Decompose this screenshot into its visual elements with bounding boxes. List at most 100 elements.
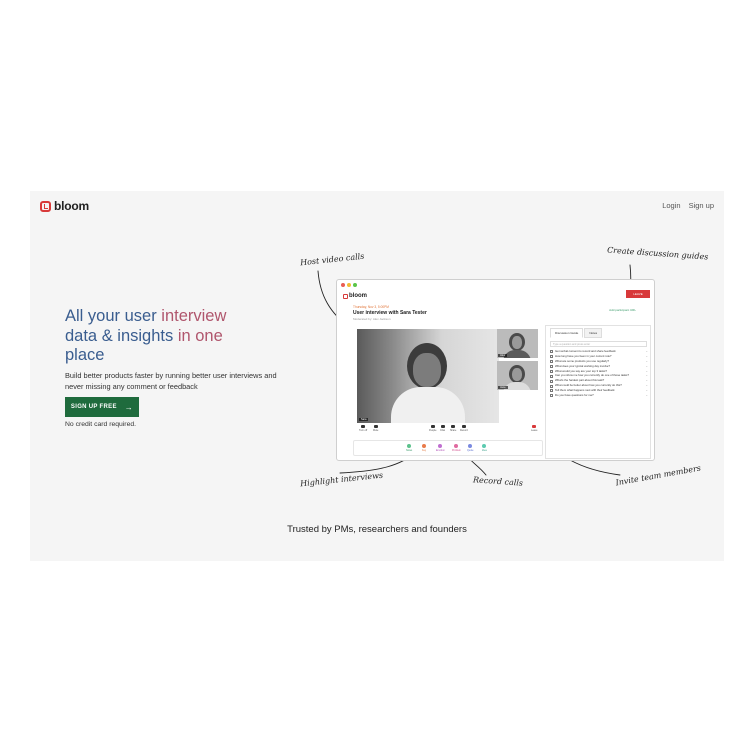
chevron-down-icon: ⌄: [645, 383, 648, 388]
app-brand-name: bloom: [349, 293, 367, 299]
checkbox[interactable]: [550, 355, 553, 359]
share-button[interactable]: Share: [450, 425, 456, 432]
record-button[interactable]: Record: [460, 425, 468, 432]
bloom-logo[interactable]: bloom: [40, 199, 89, 213]
share-icon: [451, 425, 456, 428]
tab-discussion-guide[interactable]: Discussion Guide: [550, 328, 584, 338]
video-name-label: Sara: [359, 418, 369, 421]
leave-icon: [532, 425, 537, 428]
brand-name: bloom: [54, 199, 89, 213]
video-name-label: Alex: [498, 354, 508, 357]
highlight-problem[interactable]: Problem: [452, 444, 461, 452]
chevron-down-icon: ⌄: [645, 349, 648, 353]
annotation-highlight: Highlight interviews: [299, 470, 384, 489]
checkbox[interactable]: [550, 360, 553, 364]
chat-icon: [440, 425, 445, 428]
close-dot-icon: [341, 283, 345, 287]
control-label: Mute: [373, 429, 379, 432]
problem-icon: [454, 444, 459, 448]
hero-subtitle: Build better products faster by running …: [65, 371, 277, 391]
bloom-logo-icon: [343, 293, 348, 299]
list-item[interactable]: What could be better about how you curre…: [550, 383, 648, 388]
record-icon: [461, 425, 466, 428]
control-label: Turn off: [359, 429, 368, 432]
quote-icon: [468, 444, 473, 448]
chat-button[interactable]: Chat: [440, 425, 445, 432]
list-item[interactable]: Get verbal consent to record and share f…: [550, 349, 648, 354]
control-label: Share: [450, 429, 457, 432]
question-input[interactable]: Type a question and press enter: [550, 341, 647, 347]
question-list: Get verbal consent to record and share f…: [550, 349, 648, 399]
highlight-notes[interactable]: Notes: [406, 444, 412, 452]
add-participant-link[interactable]: Add participant URL: [609, 308, 636, 312]
window-controls: [341, 283, 357, 287]
list-item[interactable]: Tell them what happens next with their f…: [550, 388, 648, 393]
mic-icon: [373, 425, 378, 428]
highlight-key[interactable]: Key: [422, 444, 426, 452]
control-label: Record: [460, 429, 468, 432]
hero-title: All your user interview data & insights …: [65, 307, 285, 366]
chevron-down-icon: ⌄: [645, 378, 648, 383]
list-item[interactable]: What does your typical working day invol…: [550, 363, 648, 368]
list-item[interactable]: Can you show me how you currently do one…: [550, 373, 648, 378]
no-credit-card-note: No credit card required.: [65, 421, 137, 428]
highlight-quote[interactable]: Quote: [467, 444, 474, 452]
video-name-label: Jane: [498, 386, 508, 389]
checkbox[interactable]: [550, 369, 553, 373]
list-item[interactable]: What's the hardest part about this task?…: [550, 378, 648, 383]
checkbox[interactable]: [550, 389, 553, 393]
interview-title: User interview with Sara Tester: [353, 310, 427, 316]
highlight-bar: Notes Key Emotion Problem Quote Idea: [353, 440, 543, 456]
checkbox[interactable]: [550, 384, 553, 388]
hero-title-part: interview: [161, 307, 227, 325]
trusted-by-heading: Trusted by PMs, researchers and founders: [287, 524, 467, 535]
checkbox[interactable]: [550, 394, 553, 398]
checkbox[interactable]: [550, 374, 553, 378]
highlight-idea[interactable]: Idea: [482, 444, 487, 452]
app-logo: bloom: [343, 293, 367, 299]
annotation-invite: Invite team members: [614, 463, 702, 488]
chevron-down-icon: ⌄: [645, 393, 648, 398]
checkbox[interactable]: [550, 379, 553, 383]
list-item[interactable]: What are some products you use regularly…: [550, 358, 648, 364]
chevron-down-icon: ⌄: [645, 363, 648, 368]
camera-button[interactable]: Turn off: [359, 425, 367, 432]
small-video-tile: Jane: [497, 361, 538, 390]
annotation-host: Host video calls: [299, 251, 365, 268]
chevron-down-icon: ⌄: [645, 373, 648, 378]
mute-button[interactable]: Mute: [373, 425, 378, 432]
chevron-down-icon: ⌄: [645, 368, 648, 373]
leave-button[interactable]: LEAVE: [626, 290, 650, 298]
control-label: Leave: [531, 429, 538, 432]
arrow-right-icon: →: [124, 402, 134, 412]
participant-face: [413, 353, 441, 387]
key-icon: [422, 444, 427, 448]
cta-label: SIGN UP FREE: [70, 404, 117, 410]
highlight-emotion[interactable]: Emotion: [436, 444, 445, 452]
login-link[interactable]: Login: [662, 201, 680, 210]
small-video-tile: Alex: [497, 329, 538, 358]
app-screenshot: bloom LEAVE Thursday, Nov 3, 5:00PM User…: [336, 279, 655, 461]
chevron-down-icon: ⌄: [645, 358, 648, 363]
checkbox[interactable]: [550, 364, 553, 368]
list-item[interactable]: What would you say are your top 3 tasks?…: [550, 368, 648, 373]
emotion-icon: [438, 444, 443, 448]
control-label: People: [429, 429, 437, 432]
list-item[interactable]: How long have you been in your current r…: [550, 354, 648, 359]
annotation-record: Record calls: [472, 475, 524, 488]
minimize-dot-icon: [347, 283, 351, 287]
discussion-guide-panel: Discussion Guide Notes Type a question a…: [545, 325, 651, 459]
tab-notes[interactable]: Notes: [584, 328, 603, 338]
list-item[interactable]: Do you have questions for me? ⌄: [550, 393, 648, 398]
panel-tabs: Discussion Guide Notes: [550, 328, 603, 338]
call-controls: Turn off Mute People Chat Share Record L…: [357, 425, 542, 435]
checkbox[interactable]: [550, 350, 553, 354]
people-button[interactable]: People: [429, 425, 436, 432]
annotation-guides: Create discussion guides: [606, 245, 709, 262]
landing-page: bloom Login Sign up All your user interv…: [30, 191, 724, 561]
signup-link[interactable]: Sign up: [689, 201, 714, 210]
control-label: Chat: [440, 429, 446, 432]
hero-title-part: place: [65, 346, 105, 364]
sign-up-free-button[interactable]: SIGN UP FREE →: [65, 397, 139, 417]
leave-call-button[interactable]: Leave: [531, 425, 538, 432]
